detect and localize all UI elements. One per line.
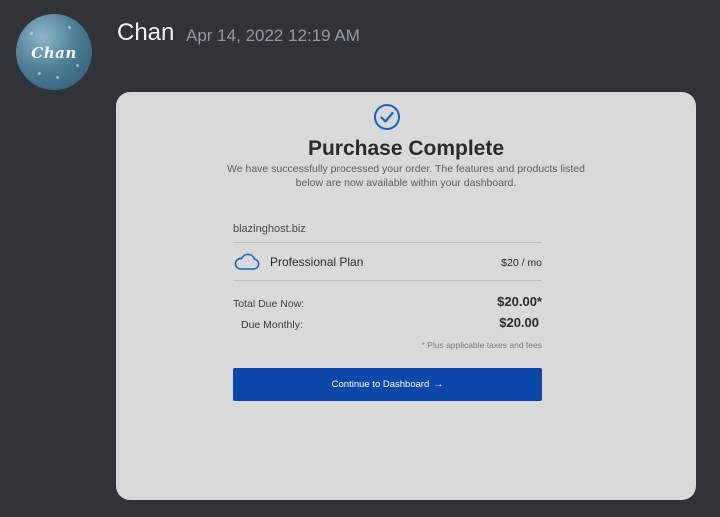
due-monthly-value: $20.00 <box>499 315 539 330</box>
divider <box>233 280 542 281</box>
total-due-label: Total Due Now: <box>233 298 305 310</box>
plan-name: Professional Plan <box>270 255 364 269</box>
continue-to-dashboard-button[interactable]: Continue to Dashboard → <box>233 368 542 401</box>
avatar-text: Chan <box>31 44 77 62</box>
page-title: Purchase Complete <box>307 137 505 160</box>
taxes-note: * Plus applicable taxes and fees <box>421 340 543 350</box>
cloud-icon <box>234 253 260 270</box>
avatar-texture <box>68 26 71 29</box>
avatar[interactable]: Chan <box>16 14 92 90</box>
domain-label: blazinghost.biz <box>233 223 306 235</box>
avatar-texture <box>76 64 79 67</box>
avatar-texture <box>38 72 41 75</box>
purchase-description: We have successfully processed your orde… <box>227 163 585 189</box>
message-timestamp: Apr 14, 2022 12:19 AM <box>186 26 360 45</box>
purchase-embed-card: Purchase Complete We have successfully p… <box>116 92 696 500</box>
continue-button-label: Continue to Dashboard <box>331 379 430 390</box>
checkmark-circle-icon <box>374 104 400 130</box>
avatar-texture <box>56 76 59 79</box>
username[interactable]: Chan <box>117 18 174 48</box>
total-due-value: $20.00* <box>497 294 542 309</box>
due-monthly-label: Due Monthly: <box>241 319 303 331</box>
plan-price: $20 / mo <box>501 257 542 269</box>
avatar-texture <box>30 32 33 35</box>
arrow-right-icon: → <box>433 379 444 390</box>
divider <box>233 242 542 243</box>
